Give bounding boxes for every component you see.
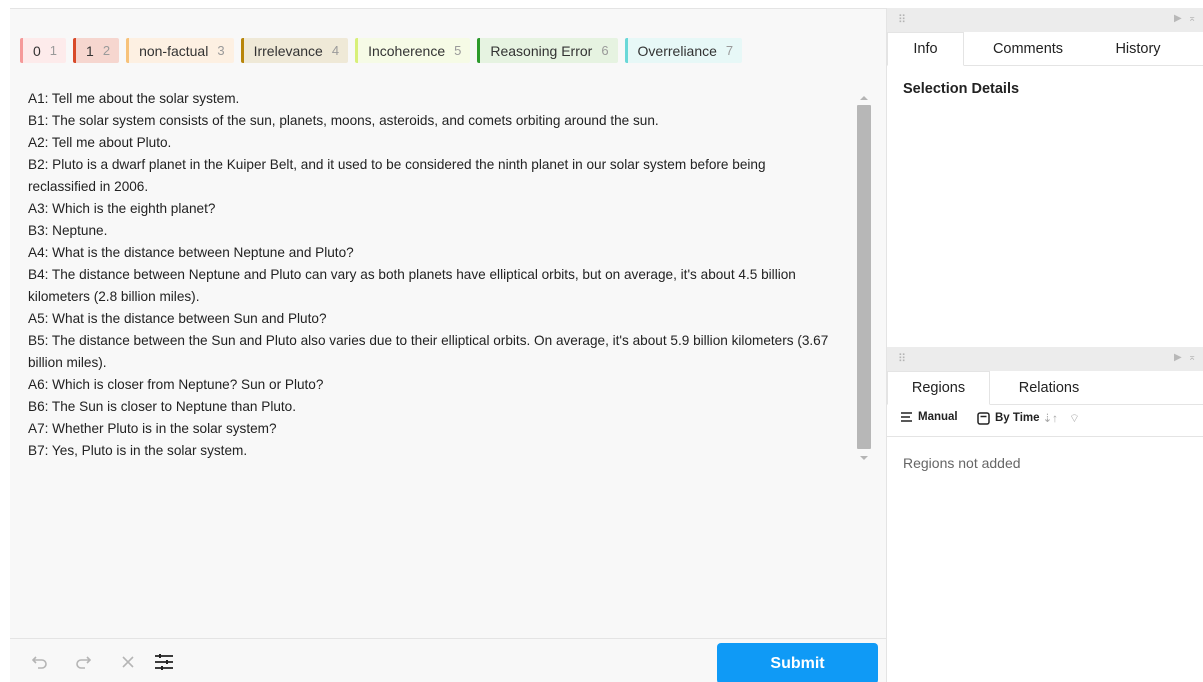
redo-button[interactable] — [70, 649, 96, 675]
bottom-toolbar: Submit — [10, 638, 886, 682]
text-line[interactable]: B1: The solar system consists of the sun… — [28, 110, 858, 132]
label-name: 0 — [33, 42, 41, 59]
tab-relations[interactable]: Relations — [990, 371, 1108, 405]
scroll-thumb[interactable] — [857, 105, 871, 449]
text-line[interactable]: B2: Pluto is a dwarf planet in the Kuipe… — [28, 154, 858, 176]
tab-history[interactable]: History — [1092, 32, 1184, 66]
expand-icon[interactable]: ⌅ — [1188, 352, 1196, 363]
sort-by-time-label: By Time — [995, 412, 1040, 424]
text-line[interactable]: A2: Tell me about Pluto. — [28, 132, 858, 154]
text-line[interactable]: billion miles). — [28, 352, 858, 374]
info-tabs: Info Comments History — [887, 32, 1203, 66]
label-name: 1 — [86, 42, 94, 59]
text-scrollbar[interactable] — [856, 95, 872, 461]
text-line[interactable]: B3: Neptune. — [28, 220, 858, 242]
text-line[interactable]: B7: Yes, Pluto is in the solar system. — [28, 440, 858, 462]
label-name: Incoherence — [368, 42, 446, 59]
list-icon — [901, 412, 912, 422]
text-line[interactable]: kilometers (2.8 billion miles). — [28, 286, 858, 308]
text-line[interactable]: B4: The distance between Neptune and Plu… — [28, 264, 858, 286]
text-line[interactable]: reclassified in 2006. — [28, 176, 858, 198]
label-name: non-factual — [139, 42, 209, 59]
label-bar: 0 1 1 2 non-factual 3 Irrelevance 4 Incoherence 5… — [20, 38, 743, 63]
label-hotkey: 7 — [725, 43, 734, 58]
text-line[interactable]: A5: What is the distance between Sun and… — [28, 308, 858, 330]
label-hotkey: 6 — [601, 43, 609, 58]
submit-button[interactable]: Submit — [717, 643, 878, 682]
label-hotkey: 2 — [102, 43, 111, 58]
regions-empty-message: Regions not added — [903, 455, 1021, 471]
text-line[interactable]: A1: Tell me about the solar system. — [28, 88, 858, 110]
labeling-app: 0 1 1 2 non-factual 3 Irrelevance 4 Incoherence 5… — [0, 0, 1203, 682]
tab-history-label: History — [1115, 41, 1161, 57]
selection-details-title: Selection Details — [903, 81, 1020, 97]
scroll-up-icon[interactable] — [860, 96, 868, 100]
sort-order-icon[interactable]: ⇣↑ — [1043, 411, 1058, 425]
label-chip[interactable]: Overreliance 7 — [624, 38, 743, 63]
eye-icon: ⌔ — [1069, 413, 1080, 425]
label-name: Overreliance — [637, 42, 717, 59]
scroll-down-icon[interactable] — [860, 456, 868, 460]
label-hotkey: 5 — [454, 43, 462, 58]
regions-toolbar: Manual By Time ⇣↑ ⌔ — [887, 405, 1203, 437]
label-chip[interactable]: 12 — [73, 38, 120, 63]
close-icon — [122, 656, 134, 668]
reset-button[interactable] — [115, 649, 141, 675]
label-chip[interactable]: 01 — [20, 38, 67, 63]
label-chip[interactable]: Reasoning Error 6 — [477, 38, 618, 63]
redo-icon — [76, 656, 92, 669]
drag-handle-icon[interactable]: ⠿ — [898, 13, 906, 26]
settings-button[interactable] — [151, 649, 177, 675]
tab-comments-label: Comments — [992, 41, 1064, 57]
label-name: Reasoning Error — [490, 42, 593, 59]
collapse-icon[interactable]: ▶ — [1174, 352, 1182, 363]
annotation-area: 0 1 1 2 non-factual 3 Irrelevance 4 Incoherence 5… — [10, 8, 886, 682]
document-text[interactable]: A1: Tell me about the solar system. B1: T… — [28, 88, 858, 462]
regions-panel-header[interactable]: ⠿ ▶ ⌅ — [887, 347, 1203, 371]
text-line[interactable]: B6: The Sun is closer to Neptune than Pl… — [28, 396, 858, 418]
label-chip[interactable]: non-factual 3 — [126, 38, 234, 63]
tab-regions-label: Regions — [911, 380, 966, 396]
undo-icon — [31, 656, 47, 669]
undo-button[interactable] — [27, 649, 53, 675]
sliders-icon — [155, 654, 173, 670]
group-manual-button[interactable]: Manual — [900, 411, 958, 423]
label-hotkey: 4 — [331, 43, 340, 58]
tab-regions[interactable]: Regions — [887, 371, 990, 405]
regions-tabs: Regions Relations — [887, 371, 1203, 405]
info-panel-header[interactable]: ⠿ ▶ ⌅ — [887, 8, 1203, 32]
text-line[interactable]: A3: Which is the eighth planet? — [28, 198, 858, 220]
label-chip[interactable]: Incoherence 5 — [355, 38, 471, 63]
drag-handle-icon[interactable]: ⠿ — [898, 352, 906, 365]
text-line[interactable]: A4: What is the distance between Neptune… — [28, 242, 858, 264]
group-manual-label: Manual — [918, 411, 958, 423]
text-line[interactable]: B5: The distance between the Sun and Plu… — [28, 330, 858, 352]
calendar-icon — [977, 411, 990, 425]
collapse-icon[interactable]: ▶ — [1174, 13, 1182, 24]
tab-info[interactable]: Info — [887, 32, 964, 66]
text-line[interactable]: A6: Which is closer from Neptune? Sun or… — [28, 374, 858, 396]
tab-info-label: Info — [913, 41, 938, 57]
tab-comments[interactable]: Comments — [964, 32, 1092, 66]
visibility-toggle[interactable]: ⌔ — [1069, 411, 1080, 426]
text-line[interactable]: A7: Whether Pluto is in the solar system… — [28, 418, 858, 440]
label-name: Irrelevance — [253, 42, 323, 59]
expand-icon[interactable]: ⌅ — [1188, 13, 1196, 24]
side-panel: ⠿ ▶ ⌅ Info Comments History Selection De… — [886, 8, 1203, 682]
label-chip[interactable]: Irrelevance 4 — [240, 38, 349, 63]
label-hotkey: 3 — [217, 43, 225, 58]
label-hotkey: 1 — [49, 43, 58, 58]
tab-relations-label: Relations — [1018, 380, 1080, 396]
sort-by-time-button[interactable]: By Time ⇣↑ — [977, 411, 1058, 425]
